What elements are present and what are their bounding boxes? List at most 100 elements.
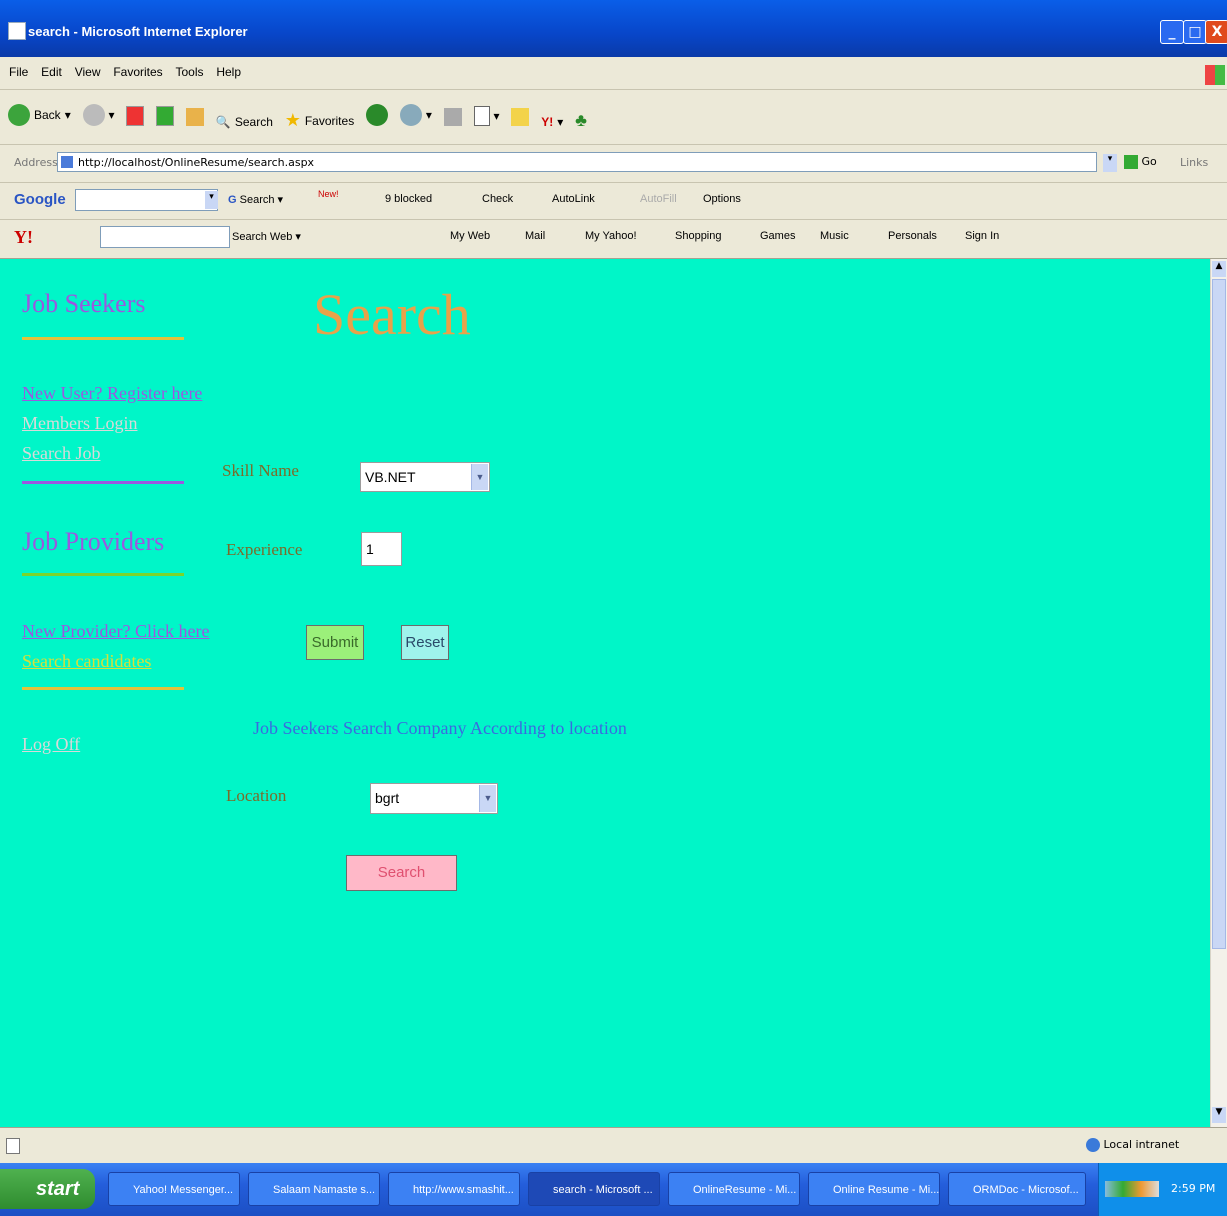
- home-button[interactable]: [186, 108, 205, 126]
- location-select[interactable]: bgrt ▼: [370, 783, 498, 814]
- menu-help[interactable]: Help: [216, 65, 241, 79]
- mail-icon: [399, 104, 422, 126]
- mail-button[interactable]: ▾: [399, 104, 432, 126]
- taskbar-item[interactable]: Yahoo! Messenger...: [108, 1172, 240, 1206]
- yahoo-sign-in-button[interactable]: Sign In: [965, 230, 999, 242]
- page-icon: [61, 156, 73, 168]
- print-button[interactable]: [443, 108, 462, 126]
- start-button[interactable]: start: [0, 1169, 95, 1209]
- yahoo-shopping-button[interactable]: Shopping: [675, 230, 722, 242]
- yahoo-search-web-button[interactable]: Search Web ▾: [232, 230, 301, 243]
- submit-button[interactable]: Submit: [306, 625, 364, 660]
- reset-button[interactable]: Reset: [401, 625, 449, 660]
- scroll-down-button[interactable]: ▼: [1212, 1107, 1226, 1123]
- favorites-button[interactable]: ★ Favorites: [285, 110, 355, 131]
- search-button[interactable]: 🔍 Search: [216, 115, 273, 129]
- history-button[interactable]: [366, 104, 389, 126]
- search-icon: 🔍: [215, 115, 231, 129]
- system-tray: 2:59 PM: [1098, 1163, 1227, 1216]
- yahoo-button[interactable]: Y! ▾: [541, 115, 563, 129]
- menu-edit[interactable]: Edit: [41, 65, 62, 79]
- zone-status: Local intranet: [1086, 1138, 1179, 1152]
- taskbar-item[interactable]: OnlineResume - Mi...: [668, 1172, 800, 1206]
- chevron-down-icon: ▼: [471, 464, 488, 490]
- page-content: Job Seekers New User? Register here Memb…: [0, 259, 1210, 1127]
- spell-check-button[interactable]: Check: [482, 193, 513, 205]
- printer-icon: [443, 108, 462, 126]
- address-input[interactable]: http://localhost/OnlineResume/search.asp…: [57, 152, 1097, 172]
- menu-bar: File Edit View Favorites Tools Help: [0, 57, 1227, 90]
- minimize-button[interactable]: _: [1160, 20, 1184, 44]
- log-off-link[interactable]: Log Off: [22, 734, 80, 755]
- google-options-button[interactable]: Options: [703, 193, 741, 205]
- links-button[interactable]: Links: [1180, 156, 1208, 169]
- yahoo-personals-button[interactable]: Personals: [888, 230, 937, 242]
- refresh-button[interactable]: [156, 106, 175, 126]
- messenger-button[interactable]: ♣: [575, 110, 587, 131]
- autofill-button[interactable]: AutoFill: [640, 193, 677, 205]
- clock: 2:59 PM: [1171, 1182, 1216, 1195]
- forward-button[interactable]: ▾: [82, 104, 115, 126]
- yahoo-search-input[interactable]: [100, 226, 230, 248]
- google-search-button[interactable]: G Search ▾: [228, 193, 283, 206]
- autolink-button[interactable]: AutoLink: [552, 193, 595, 205]
- taskbar-item[interactable]: search - Microsoft ...: [528, 1172, 660, 1206]
- new-user-register-link[interactable]: New User? Register here: [22, 383, 202, 404]
- maximize-button[interactable]: □: [1183, 20, 1207, 44]
- my-yahoo-button[interactable]: My Yahoo!: [585, 230, 637, 242]
- experience-label: Experience: [226, 540, 303, 559]
- title-bar: search - Microsoft Internet Explorer _ □…: [0, 0, 1227, 57]
- back-button[interactable]: Back ▾: [8, 104, 71, 126]
- search-job-link[interactable]: Search Job: [22, 443, 100, 464]
- home-icon: [186, 108, 205, 126]
- edit-button[interactable]: ▾: [473, 106, 500, 126]
- taskbar-item[interactable]: Salaam Namaste s...: [248, 1172, 380, 1206]
- address-dropdown[interactable]: ▾: [1103, 154, 1117, 172]
- scroll-up-button[interactable]: ▲: [1212, 261, 1226, 277]
- go-button[interactable]: Go: [1124, 155, 1157, 169]
- google-search-input[interactable]: [75, 189, 218, 211]
- menu-view[interactable]: View: [75, 65, 101, 79]
- page-status-icon: [6, 1138, 20, 1154]
- windows-flag-icon: [1205, 65, 1225, 85]
- yahoo-music-button[interactable]: Music: [820, 230, 849, 242]
- menu-file[interactable]: File: [9, 65, 28, 79]
- google-search-dropdown[interactable]: ▾: [205, 191, 218, 209]
- refresh-icon: [156, 106, 175, 126]
- job-seekers-heading: Job Seekers: [22, 289, 146, 318]
- taskbar-item[interactable]: Online Resume - Mi...: [808, 1172, 940, 1206]
- messenger-icon: ♣: [575, 110, 587, 130]
- chevron-down-icon: ▼: [479, 785, 496, 812]
- new-provider-link[interactable]: New Provider? Click here: [22, 621, 209, 642]
- folder-button[interactable]: [511, 108, 530, 126]
- scroll-thumb[interactable]: [1212, 279, 1226, 949]
- yahoo-mail-button[interactable]: Mail: [525, 230, 545, 242]
- members-login-link[interactable]: Members Login: [22, 413, 137, 434]
- tray-icons[interactable]: [1105, 1181, 1159, 1197]
- yahoo-toolbar: Y! Search Web ▾ My Web Mail My Yahoo! Sh…: [0, 220, 1227, 259]
- menu-favorites[interactable]: Favorites: [113, 65, 162, 79]
- google-logo[interactable]: Google: [14, 191, 66, 208]
- yahoo-my-web-button[interactable]: My Web: [450, 230, 490, 242]
- search-candidates-link[interactable]: Search candidates: [22, 651, 151, 672]
- back-arrow-icon: [8, 104, 30, 126]
- divider: [22, 337, 184, 340]
- taskbar-item[interactable]: ORMDoc - Microsof...: [948, 1172, 1086, 1206]
- ie-icon: [8, 22, 26, 40]
- popup-blocker-button[interactable]: 9 blocked: [385, 193, 432, 205]
- location-value: bgrt: [375, 790, 400, 806]
- menu-tools[interactable]: Tools: [176, 65, 204, 79]
- yahoo-games-button[interactable]: Games: [760, 230, 795, 242]
- location-search-button[interactable]: Search: [346, 855, 457, 891]
- stop-button[interactable]: [126, 106, 145, 126]
- folder-icon: [511, 108, 530, 126]
- yahoo-logo[interactable]: Y!: [14, 227, 33, 248]
- taskbar-item[interactable]: http://www.smashit...: [388, 1172, 520, 1206]
- go-arrow-icon: [1124, 155, 1138, 169]
- google-new-button[interactable]: New!: [318, 189, 339, 199]
- skill-name-select[interactable]: VB.NET ▼: [360, 462, 490, 492]
- experience-input[interactable]: 1: [361, 532, 402, 566]
- close-button[interactable]: X: [1205, 20, 1227, 44]
- vertical-scrollbar[interactable]: ▲ ▼: [1210, 259, 1227, 1127]
- location-label: Location: [226, 786, 287, 805]
